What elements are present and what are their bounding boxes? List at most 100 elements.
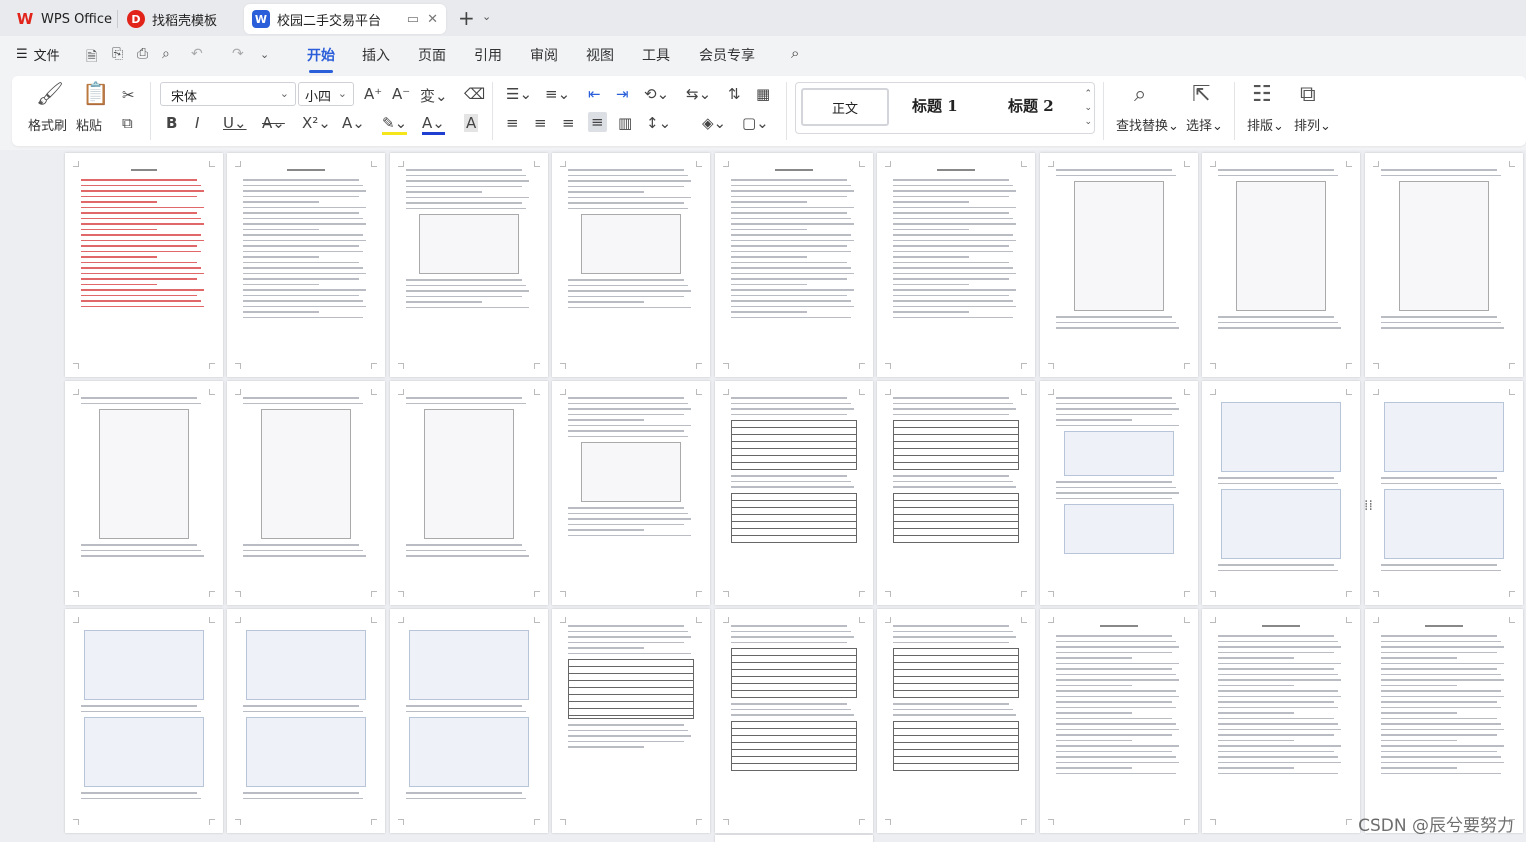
align-center-icon[interactable]: ≡ [534,114,547,132]
tab-insert[interactable]: 插入 [362,45,390,65]
numbered-list-icon[interactable]: ≡⌄ [545,85,570,103]
line-spacing-icon[interactable]: ↕⌄ [646,114,671,132]
tab-page[interactable]: 页面 [418,45,446,65]
font-size-select[interactable]: 小四 ⌄ [298,82,354,106]
page-thumbnail[interactable] [715,609,873,833]
chevron-down-icon[interactable]: ⌄ [482,10,491,23]
superscript-icon[interactable]: X²⌄ [302,114,331,132]
font-name-select[interactable]: 宋体 ⌄ [160,82,296,106]
tab-wps-office[interactable]: W WPS Office [6,4,116,34]
page-thumbnail[interactable] [390,381,548,605]
tab-references[interactable]: 引用 [474,45,502,65]
show-marks-icon[interactable]: ▦ [756,85,770,103]
page-thumbnail[interactable] [227,609,385,833]
highlight-icon[interactable]: ✎⌄ [382,114,408,135]
page-thumbnail[interactable] [552,381,710,605]
underline-icon[interactable]: U⌄ [223,114,247,132]
phonetic-guide-icon[interactable]: 変⌄ [420,85,448,106]
page-thumbnail[interactable] [390,153,548,377]
redo-icon[interactable]: ↷ [232,46,244,62]
find-replace-button[interactable]: 查找替换⌄ [1116,115,1179,134]
format-painter-button[interactable]: 格式刷 [28,115,67,134]
page-thumbnail[interactable] [715,835,873,842]
font-color-icon[interactable]: A⌄ [422,114,445,135]
page-thumbnail[interactable] [552,153,710,377]
style-normal[interactable]: 正文 [801,88,889,126]
tab-document[interactable]: W 校园二手交易平台 ▭ ✕ [244,4,446,34]
sort-icon[interactable]: ⇅ [728,85,741,103]
float-window-icon[interactable]: ▭ [407,12,419,27]
bullet-list-icon[interactable]: ☰⌄ [506,85,532,103]
search-icon[interactable]: ⌕ [791,44,799,62]
tab-docer-templates[interactable]: D 找稻壳模板 [119,4,241,34]
select-button[interactable]: 选择⌄ [1186,115,1223,134]
align-left-icon[interactable]: ≡ [506,114,519,132]
borders-icon[interactable]: ▢⌄ [742,114,769,132]
chevron-down-icon[interactable]: ⌄ [260,48,269,61]
cut-icon[interactable]: ✂ [122,86,135,104]
page-thumbnail[interactable] [715,381,873,605]
page-thumbnail[interactable] [1365,609,1523,833]
style-heading-2[interactable]: 标题 2 [1008,95,1054,116]
find-replace-icon[interactable]: ⌕ [1134,82,1146,107]
format-painter-icon[interactable]: 🖌 [36,82,64,107]
char-shading-icon[interactable]: A [464,114,479,132]
page-thumbnail[interactable] [1202,381,1360,605]
copy-icon[interactable]: ⧉ [122,114,133,132]
page-thumbnail[interactable] [65,153,223,377]
shading-icon[interactable]: ◈⌄ [702,114,726,132]
page-thumbnail[interactable] [1202,609,1360,833]
page-thumbnail[interactable] [877,153,1035,377]
grow-font-icon[interactable]: A⁺ [364,85,382,103]
tab-home[interactable]: 开始 [307,45,335,73]
layout-button[interactable]: 排版⌄ [1247,115,1284,134]
page-thumbnail[interactable] [1040,609,1198,833]
paragraph-spacing-icon[interactable]: ⇆⌄ [686,85,711,103]
bold-icon[interactable]: B [166,114,177,132]
arrange-icon[interactable]: ⧉ [1300,82,1316,107]
styles-scroll[interactable]: ⌃ ⌄ ⌄ [1084,87,1092,129]
tab-view[interactable]: 视图 [586,45,614,65]
page-thumbnail[interactable] [1040,153,1198,377]
page-thumbnail[interactable] [877,381,1035,605]
distribute-icon[interactable]: ▥ [618,114,632,132]
page-thumbnail[interactable] [877,609,1035,833]
page-thumbnail[interactable] [1365,381,1523,605]
justify-icon[interactable]: ≡ [588,112,607,132]
align-right-icon[interactable]: ≡ [562,114,575,132]
export-pdf-icon[interactable]: ⎘ [112,46,123,62]
tab-member[interactable]: 会员专享 [699,45,755,65]
text-direction-icon[interactable]: ⟲⌄ [644,85,669,103]
file-menu[interactable]: ☰ 文件 [16,45,60,64]
page-thumbnail[interactable] [1040,381,1198,605]
clear-format-icon[interactable]: ⌫ [464,85,485,103]
page-thumbnail[interactable] [1365,153,1523,377]
select-cursor-icon[interactable]: ⇱ [1192,82,1210,107]
italic-icon[interactable]: I [195,114,199,132]
paste-icon[interactable]: 📋 [82,82,109,107]
drag-handle-icon[interactable]: ⁞⁞ [1364,498,1373,514]
shrink-font-icon[interactable]: A⁻ [392,85,410,103]
new-tab-icon[interactable]: + [458,6,475,30]
undo-icon[interactable]: ↶ [191,46,203,62]
page-thumbnail[interactable] [65,381,223,605]
page-thumbnail[interactable] [390,609,548,833]
decrease-indent-icon[interactable]: ⇤ [588,85,601,103]
page-thumbnail[interactable] [65,609,223,833]
page-thumbnail[interactable] [1202,153,1360,377]
strikethrough-icon[interactable]: A⌄ [262,114,285,132]
close-icon[interactable]: ✕ [427,12,438,27]
page-thumbnail[interactable] [227,153,385,377]
print-icon[interactable]: ⎙ [137,46,148,62]
tab-tools[interactable]: 工具 [642,45,670,65]
tab-review[interactable]: 审阅 [530,45,558,65]
save-icon[interactable]: 🗎 [86,46,97,70]
increase-indent-icon[interactable]: ⇥ [616,85,629,103]
page-thumbnail[interactable] [715,153,873,377]
arrange-button[interactable]: 排列⌄ [1294,115,1331,134]
layout-icon[interactable]: ☷ [1252,82,1272,107]
paste-button[interactable]: 粘贴 [76,115,102,134]
page-thumbnail[interactable] [227,381,385,605]
page-thumbnail[interactable] [552,609,710,833]
print-preview-icon[interactable]: ⌕ [162,46,170,62]
